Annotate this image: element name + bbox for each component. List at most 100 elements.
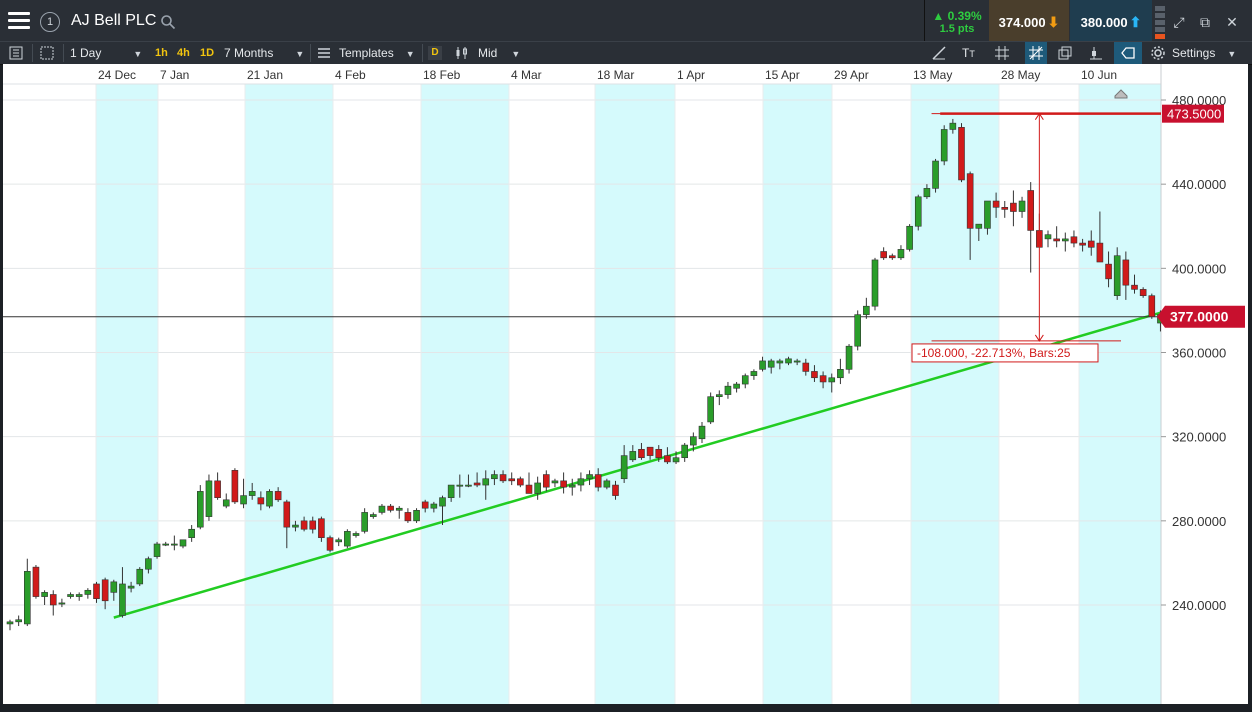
candle: [335, 537, 343, 547]
price-type-badge[interactable]: D: [428, 46, 442, 60]
popout-icon[interactable]: ⧉: [1195, 12, 1215, 32]
candle: [84, 588, 92, 599]
candle-body: [776, 360, 784, 364]
buy-price-button[interactable]: 380.000 ⬆: [1070, 0, 1152, 44]
quick-1h-button[interactable]: 1h: [155, 42, 168, 64]
sell-price: 374.000: [998, 15, 1046, 30]
candle: [231, 468, 239, 504]
candle: [897, 245, 905, 260]
title-bar: 1 AJ Bell PLC ▲ 0.39% 1.5 pts 374.000 ⬇ 3…: [0, 0, 1252, 45]
layout-icon[interactable]: [39, 45, 55, 61]
candle-body: [482, 478, 490, 486]
shade-band: [911, 84, 999, 704]
candle: [724, 381, 732, 399]
chart-area[interactable]: 24 Dec 7 Jan 21 Jan 4 Feb 18 Feb 4 Mar 18 Mar 1…: [3, 64, 1248, 704]
x-tick-label: 18 Feb: [423, 68, 461, 82]
trading-chart-window: { "header": { "symbol_number": "1", "tit…: [0, 0, 1252, 712]
candle-body: [240, 495, 247, 505]
candle-body: [127, 585, 135, 589]
sell-price-button[interactable]: 374.000 ⬇: [989, 0, 1069, 44]
market-depth-icon[interactable]: [1155, 6, 1165, 40]
y-tick-label: 400.0000: [1172, 261, 1226, 276]
candlestick-chart[interactable]: 24 Dec 7 Jan 21 Jan 4 Feb 18 Feb 4 Mar 18 Mar 1…: [3, 64, 1248, 704]
indicator-icon[interactable]: [1088, 45, 1104, 61]
candle-body: [1122, 259, 1130, 286]
shade-band: [96, 84, 158, 704]
candle: [1044, 230, 1052, 248]
templates-select[interactable]: Templates ▼: [339, 42, 415, 64]
candle-body: [568, 484, 576, 488]
gear-icon[interactable]: [1150, 45, 1166, 61]
shade-band: [595, 84, 675, 704]
candle: [1010, 190, 1017, 227]
candle-body: [646, 446, 654, 456]
candle-body: [690, 436, 697, 446]
settings-select[interactable]: Settings ▼: [1172, 42, 1236, 64]
candle-body: [1087, 240, 1095, 248]
candle-body: [871, 259, 879, 307]
candle: [75, 592, 83, 601]
instrument-title[interactable]: AJ Bell PLC: [71, 12, 156, 30]
search-icon[interactable]: [160, 14, 176, 30]
draw-line-icon[interactable]: [931, 45, 947, 61]
candle-body: [759, 360, 766, 370]
candle: [940, 125, 948, 166]
interval-select[interactable]: 1 Day ▼: [70, 42, 142, 64]
crosshair-grid-icon[interactable]: [1025, 42, 1047, 64]
candle: [568, 478, 576, 496]
candle-body: [378, 505, 386, 513]
buy-price: 380.000: [1080, 15, 1128, 30]
candle-body: [863, 305, 870, 315]
layers-icon[interactable]: [1057, 45, 1073, 61]
candle-body: [283, 501, 291, 528]
candle-body: [499, 474, 507, 482]
candle-body: [404, 512, 412, 522]
candle: [880, 247, 887, 260]
candle-body: [897, 249, 905, 259]
quick-1d-button[interactable]: 1D: [200, 42, 214, 64]
candle: [15, 615, 22, 627]
candle: [914, 194, 922, 231]
candle: [49, 590, 57, 616]
candle-body: [248, 491, 256, 496]
close-icon[interactable]: ✕: [1222, 12, 1242, 32]
candle-body: [197, 491, 204, 528]
candle-body: [1113, 255, 1121, 296]
x-tick-label: 1 Apr: [677, 68, 705, 82]
candle-body: [214, 480, 221, 498]
candle-type-icon[interactable]: [454, 45, 470, 61]
candle: [222, 493, 230, 509]
tag-icon[interactable]: [1114, 42, 1142, 64]
hamburger-menu-icon[interactable]: [8, 12, 30, 32]
candle-body: [707, 396, 714, 423]
text-tool-icon[interactable]: TT: [962, 42, 975, 64]
candle: [1018, 196, 1026, 218]
candle-body: [594, 474, 602, 488]
candle: [525, 472, 533, 494]
range-select[interactable]: 7 Months ▼: [224, 42, 304, 64]
candle: [188, 525, 195, 542]
grid-icon[interactable]: [994, 45, 1010, 61]
candle: [205, 474, 213, 521]
shade-bands: [96, 84, 1161, 704]
candle-body: [888, 255, 896, 259]
symbol-number-badge[interactable]: 1: [40, 12, 60, 32]
quick-4h-button[interactable]: 4h: [177, 42, 190, 64]
candle: [162, 541, 169, 547]
y-tick-label: 360.0000: [1172, 346, 1226, 361]
candle-body: [361, 512, 368, 532]
candle-body: [940, 129, 948, 162]
price-type-select[interactable]: Mid ▼: [478, 42, 520, 64]
arrow-up-icon: ⬆: [1129, 14, 1142, 30]
candle: [698, 421, 706, 443]
templates-icon[interactable]: [316, 45, 332, 61]
candle: [344, 529, 351, 549]
candle-body: [785, 358, 792, 364]
panel-icon[interactable]: [8, 45, 24, 61]
candle-body: [655, 448, 663, 459]
x-tick-label: 29 Apr: [834, 68, 869, 82]
expand-icon[interactable]: ⤢: [1169, 12, 1189, 32]
candle-body: [724, 385, 732, 395]
x-tick-label: 10 Jun: [1081, 68, 1117, 82]
candle-body: [274, 491, 282, 501]
